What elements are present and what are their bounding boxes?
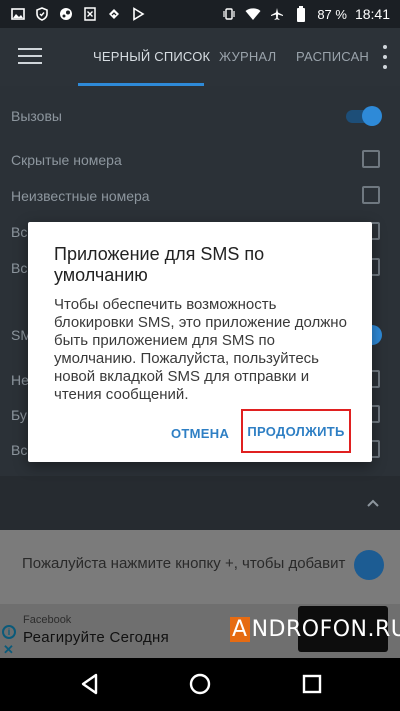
back-icon[interactable] — [78, 672, 102, 696]
cancel-button[interactable]: ОТМЕНА — [171, 426, 229, 441]
recents-icon[interactable] — [300, 672, 324, 696]
home-icon[interactable] — [188, 672, 212, 696]
app-bar: ЧЕРНЫЙ СПИСОК ЖУРНАЛ РАСПИСАН — [0, 28, 400, 86]
shield-icon — [34, 6, 50, 22]
arrow-icon — [106, 6, 122, 22]
ad-info-icon[interactable]: i — [2, 625, 16, 639]
watermark: A NDROFON.RU — [230, 612, 400, 646]
image-icon — [10, 6, 26, 22]
setting-label: Вызовы — [11, 108, 62, 124]
tab-journal[interactable]: ЖУРНАЛ — [219, 28, 276, 86]
checkbox[interactable] — [362, 186, 380, 204]
dialog-title: Приложение для SMS по умолчанию — [54, 244, 265, 285]
collapse-section[interactable] — [0, 476, 400, 530]
tab-schedule[interactable]: РАСПИСАН — [296, 28, 369, 86]
setting-row-hidden-numbers[interactable]: Скрытые номера — [0, 142, 400, 178]
setting-row-calls[interactable]: Вызовы — [0, 98, 400, 134]
setting-label: Неизвестные номера — [11, 188, 150, 204]
default-sms-dialog: Приложение для SMS по умолчанию Чтобы об… — [28, 222, 372, 462]
clock: 18:41 — [354, 6, 390, 22]
steam-icon — [58, 6, 74, 22]
airplane-icon — [269, 6, 285, 22]
system-icons: 87 % 18:41 — [221, 6, 390, 22]
overflow-menu-icon[interactable] — [382, 45, 388, 69]
setting-row-unknown-numbers[interactable]: Неизвестные номера — [0, 178, 400, 214]
setting-label: Скрытые номера — [11, 152, 122, 168]
wifi-icon — [245, 6, 261, 22]
setting-label: Бу — [11, 407, 27, 423]
battery-level: 87 % — [317, 6, 347, 22]
checkbox[interactable] — [362, 150, 380, 168]
setting-label: Не — [11, 372, 29, 388]
setting-label: Вс — [11, 260, 28, 276]
setting-label: Вс — [11, 224, 28, 240]
notification-icons — [10, 6, 146, 22]
empty-list-hint: Пожалуйста нажмите кнопку +, чтобы добав… — [22, 555, 346, 572]
continue-button[interactable]: ПРОДОЛЖИТЬ — [241, 409, 351, 453]
calls-toggle[interactable] — [344, 106, 382, 126]
sheet-icon — [82, 6, 98, 22]
add-button[interactable] — [354, 550, 384, 580]
ad-source: Facebook — [23, 614, 72, 626]
chevron-up-icon[interactable] — [366, 496, 380, 510]
setting-label: Вс — [11, 442, 28, 458]
tab-blacklist[interactable]: ЧЕРНЫЙ СПИСОК — [93, 28, 210, 86]
hamburger-menu-icon[interactable] — [18, 48, 42, 66]
watermark-logo-letter: A — [230, 616, 250, 642]
ad-title: Реагируйте Сегодня — [23, 629, 170, 646]
empty-list-hint-area: Пожалуйста нажмите кнопку +, чтобы добав… — [0, 530, 400, 604]
vibrate-icon — [221, 6, 237, 22]
status-bar: 87 % 18:41 — [0, 0, 400, 28]
dialog-message: Чтобы обеспечить возможность блокировки … — [54, 296, 347, 403]
watermark-text: NDROFON.RU — [251, 616, 400, 642]
play-store-icon — [130, 6, 146, 22]
battery-icon — [293, 6, 309, 22]
navigation-bar — [0, 658, 400, 711]
ad-close-icon[interactable]: ✕ — [3, 642, 14, 658]
